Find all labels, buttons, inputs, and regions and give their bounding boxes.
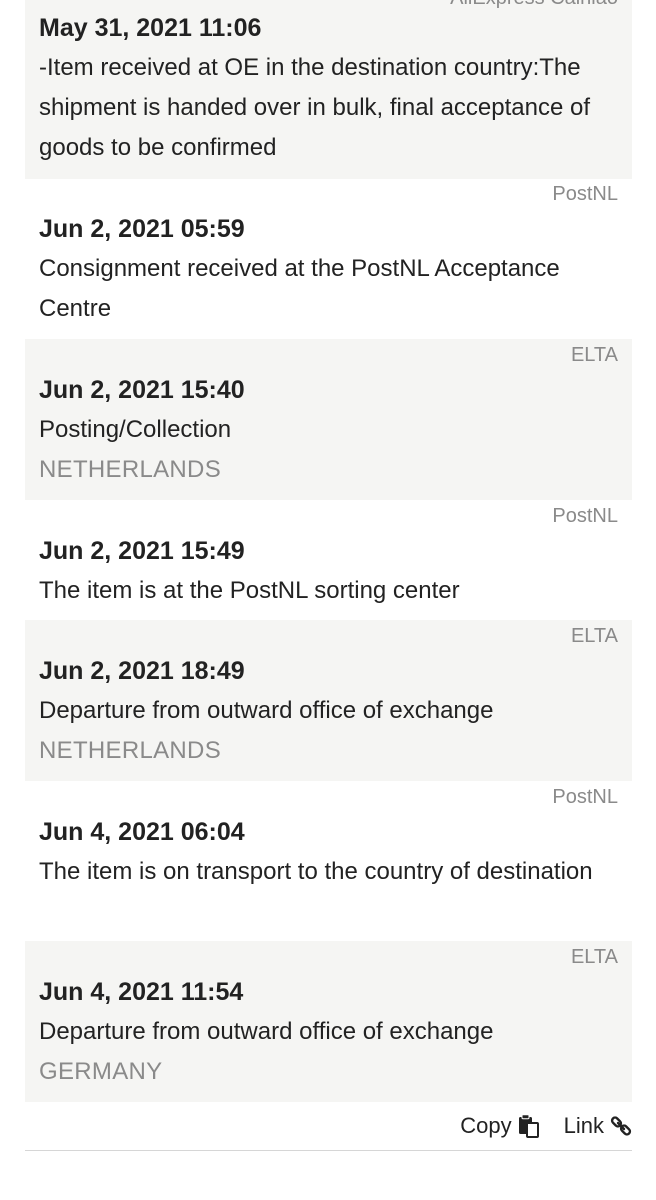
carrier-label: PostNL bbox=[552, 183, 618, 205]
chain-link-icon bbox=[610, 1115, 632, 1137]
event-description: -Item received at OE in the destination … bbox=[39, 54, 591, 161]
event-date: Jun 4, 2021 11:54 bbox=[39, 978, 244, 1006]
event-date: Jun 2, 2021 15:49 bbox=[39, 537, 245, 565]
tracking-event: AliExpress Cainiao May 31, 2021 11:06 -I… bbox=[25, 0, 632, 179]
carrier-label: PostNL bbox=[552, 505, 618, 527]
event-description: Departure from outward office of exchang… bbox=[39, 697, 494, 724]
event-date: May 31, 2021 11:06 bbox=[39, 14, 262, 42]
tracking-event: PostNL Jun 2, 2021 05:59 Consignment rec… bbox=[25, 179, 632, 339]
carrier-label: ELTA bbox=[570, 344, 618, 366]
link-label: Link bbox=[563, 1113, 604, 1138]
event-description: Departure from outward office of exchang… bbox=[39, 1018, 494, 1045]
tracking-event: ELTA Jun 2, 2021 18:49 Departure from ou… bbox=[25, 620, 632, 781]
event-description: Consignment received at the PostNL Accep… bbox=[39, 255, 560, 322]
event-location: NETHERLANDS bbox=[39, 456, 221, 483]
tracking-event: PostNL Jun 4, 2021 06:04 The item is on … bbox=[25, 781, 632, 941]
tracking-event: ELTA Jun 4, 2021 11:54 Departure from ou… bbox=[25, 941, 632, 1102]
carrier-label: ELTA bbox=[570, 946, 618, 968]
carrier-label: ELTA bbox=[570, 625, 618, 647]
event-description: The item is at the PostNL sorting center bbox=[39, 577, 460, 604]
carrier-label: PostNL bbox=[552, 786, 618, 808]
event-date: Jun 2, 2021 18:49 bbox=[39, 657, 245, 685]
event-description: Posting/Collection bbox=[39, 416, 232, 443]
tracking-timeline: AliExpress Cainiao May 31, 2021 11:06 -I… bbox=[0, 0, 656, 1151]
event-location: GERMANY bbox=[39, 1058, 163, 1085]
carrier-label: AliExpress Cainiao bbox=[450, 0, 618, 8]
clipboard-icon bbox=[518, 1114, 540, 1138]
link-button[interactable]: Link bbox=[564, 1113, 632, 1139]
event-location: NETHERLANDS bbox=[39, 737, 221, 764]
tracking-footer: Copy Link bbox=[25, 1102, 632, 1151]
event-date: Jun 2, 2021 15:40 bbox=[39, 376, 245, 404]
tracking-event: ELTA Jun 2, 2021 15:40 Posting/Collectio… bbox=[25, 339, 632, 500]
event-date: Jun 2, 2021 05:59 bbox=[39, 215, 245, 243]
tracking-event: PostNL Jun 2, 2021 15:49 The item is at … bbox=[25, 500, 632, 620]
copy-label: Copy bbox=[460, 1113, 512, 1138]
event-date: Jun 4, 2021 06:04 bbox=[39, 818, 245, 846]
copy-button[interactable]: Copy bbox=[460, 1113, 539, 1139]
event-description: The item is on transport to the country … bbox=[39, 858, 593, 885]
